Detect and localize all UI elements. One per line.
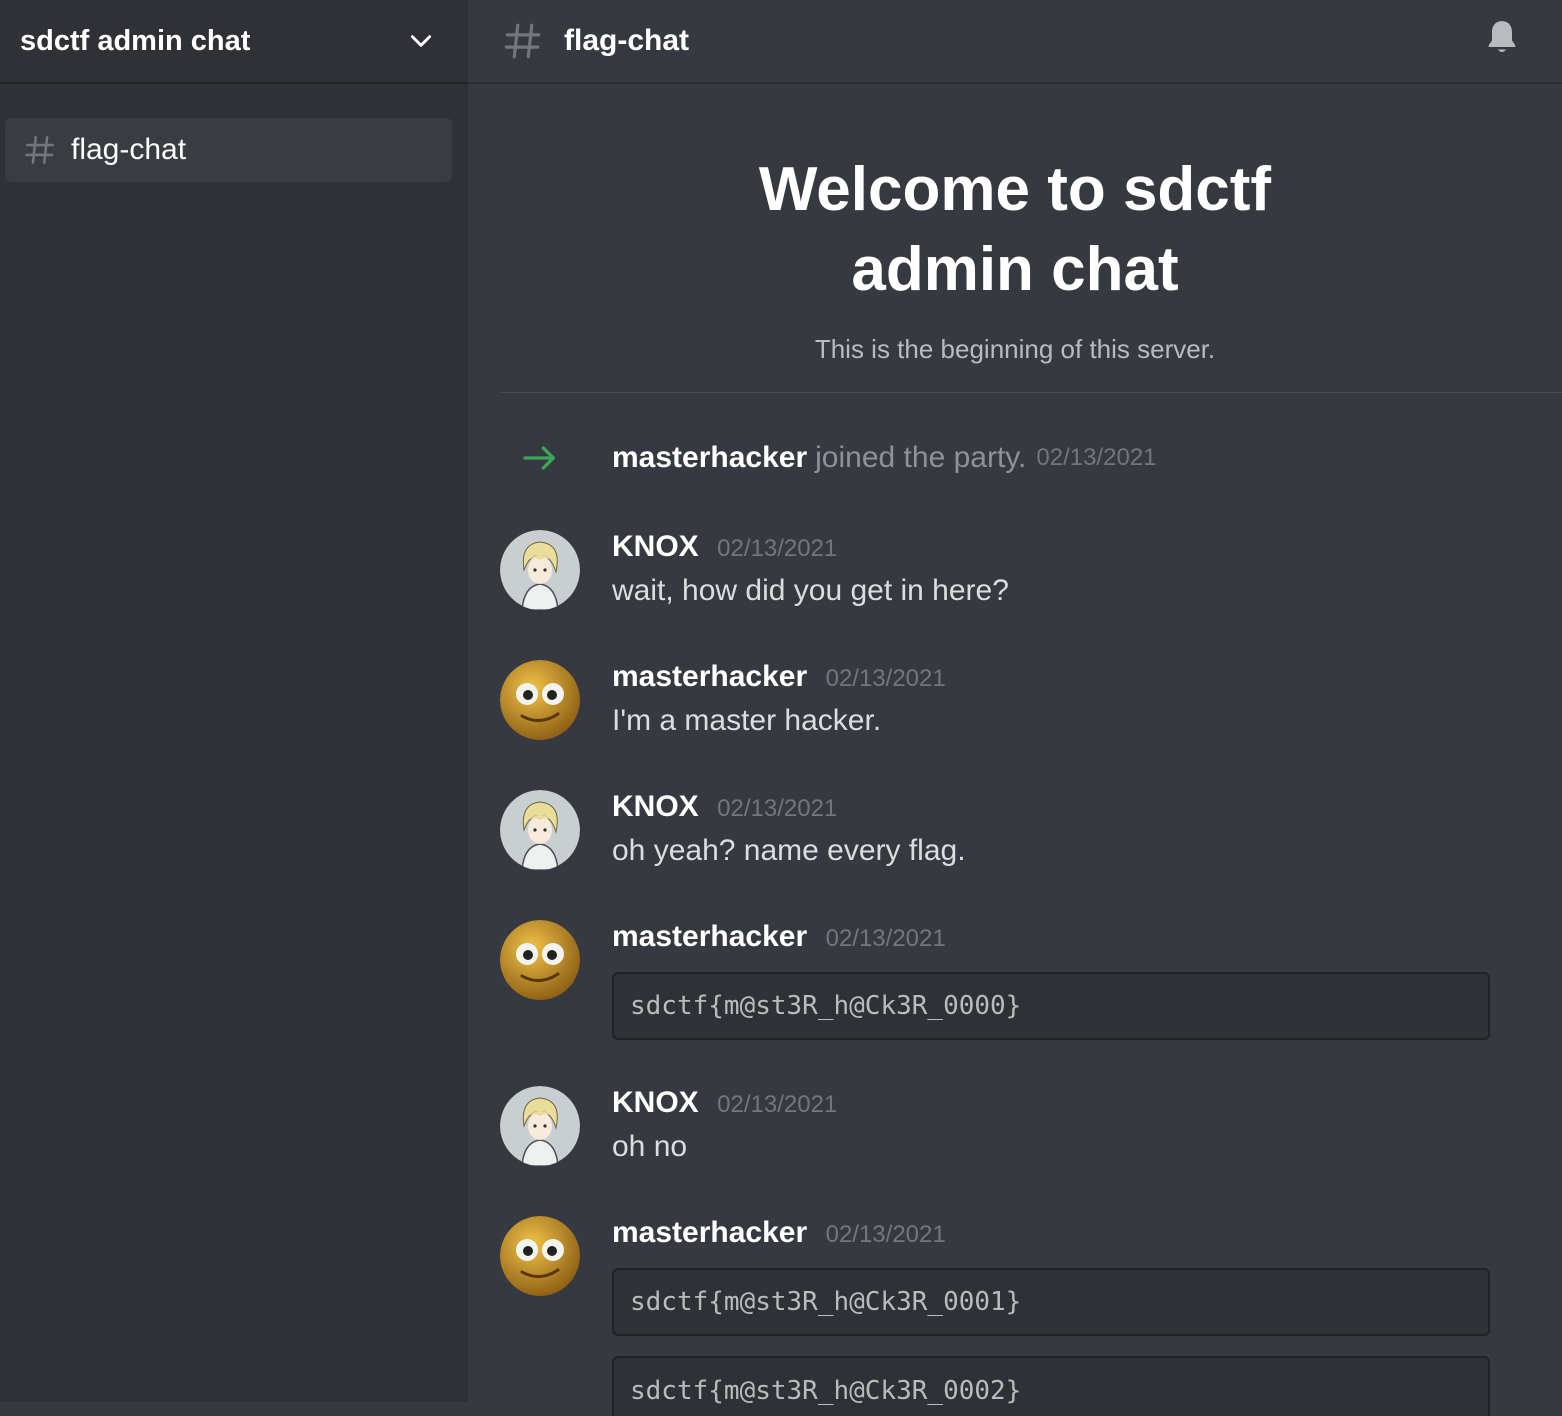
message-timestamp: 02/13/2021: [825, 665, 946, 692]
channel-header: flag-chat: [468, 0, 1562, 84]
message-author[interactable]: KNOX: [612, 1086, 699, 1119]
avatar[interactable]: [500, 1216, 580, 1296]
join-timestamp: 02/13/2021: [1036, 444, 1157, 471]
join-username[interactable]: masterhacker: [612, 441, 807, 475]
sidebar-item-label: flag-chat: [71, 133, 187, 166]
join-text: joined the party.: [815, 441, 1027, 474]
code-block[interactable]: sdctf{m@st3R_h@Ck3R_0000}: [612, 972, 1490, 1040]
divider: [500, 392, 1562, 393]
message-timestamp: 02/13/2021: [717, 795, 838, 822]
message-author[interactable]: masterhacker: [612, 1216, 807, 1249]
avatar[interactable]: [500, 790, 580, 870]
welcome-title: Welcome to sdctf admin chat: [758, 155, 1272, 304]
message-text: wait, how did you get in here?: [612, 574, 1009, 607]
join-arrow-icon: [523, 446, 555, 470]
server-header[interactable]: sdctf admin chat: [0, 0, 468, 84]
message-author[interactable]: masterhacker: [612, 920, 807, 953]
code-block[interactable]: sdctf{m@st3R_h@Ck3R_0001}: [612, 1268, 1490, 1336]
message-text: I'm a master hacker.: [612, 704, 882, 737]
message-text: oh yeah? name every flag.: [612, 834, 966, 867]
sidebar-item-flag-chat[interactable]: flag-chat: [5, 118, 452, 182]
bell-icon[interactable]: [1482, 16, 1522, 58]
hash-icon: [504, 23, 541, 59]
avatar[interactable]: [500, 1086, 580, 1166]
avatar[interactable]: [500, 530, 580, 610]
message-timestamp: 02/13/2021: [825, 925, 946, 952]
avatar[interactable]: [500, 660, 580, 740]
message-author[interactable]: masterhacker: [612, 660, 807, 693]
message-author[interactable]: KNOX: [612, 790, 699, 823]
message-timestamp: 02/13/2021: [717, 535, 838, 562]
avatar[interactable]: [500, 920, 580, 1000]
join-event: masterhacker joined the party. 02/13/202…: [520, 438, 1157, 478]
chevron-down-icon[interactable]: [408, 28, 434, 54]
hash-icon: [25, 135, 55, 165]
message-text: oh no: [612, 1130, 688, 1163]
code-block[interactable]: sdctf{m@st3R_h@Ck3R_0002}: [612, 1356, 1490, 1416]
welcome-section: Welcome to sdctf admin chat This is the …: [468, 150, 1562, 365]
server-name: sdctf admin chat: [20, 24, 251, 57]
channel-sidebar: sdctf admin chat flag-chat: [0, 0, 468, 1402]
welcome-subtitle: This is the beginning of this server.: [814, 334, 1216, 364]
message-author[interactable]: KNOX: [612, 530, 699, 563]
channel-title: flag-chat: [564, 24, 690, 57]
chat-main: flag-chat Welcome to sdctf admin chat Th…: [468, 0, 1562, 1416]
message-timestamp: 02/13/2021: [717, 1091, 838, 1118]
message-timestamp: 02/13/2021: [825, 1221, 946, 1248]
